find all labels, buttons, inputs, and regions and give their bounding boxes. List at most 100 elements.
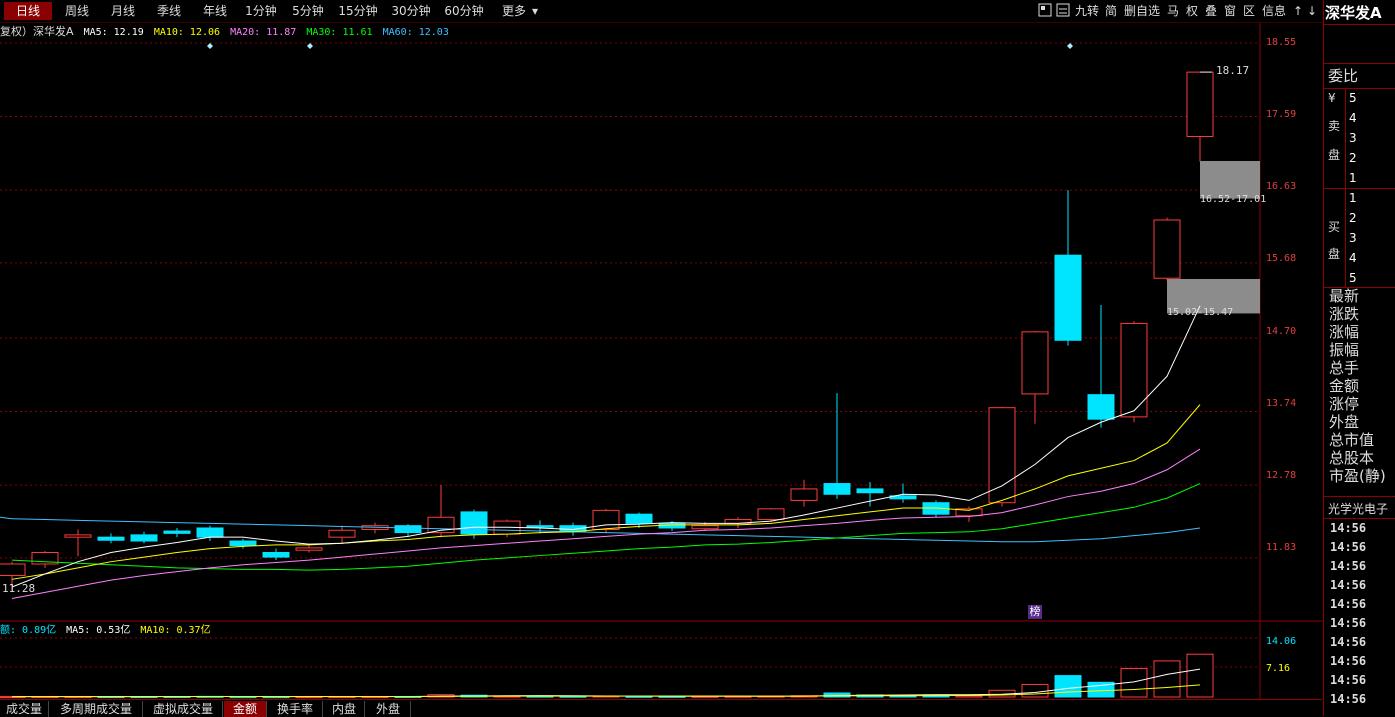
screen-icon[interactable] [1038,3,1052,19]
vol-ma10-label: MA10: 0.37亿 [140,625,211,636]
stock-title: 深华发A [1325,4,1382,22]
candle-body [460,511,488,535]
candle-body [988,407,1016,504]
sell-level: 2 [1349,151,1357,165]
buy-level: 4 [1349,251,1357,265]
horse-button[interactable]: 马 [1167,3,1179,19]
overlay-button[interactable]: 叠 [1205,3,1217,19]
candle-body [1087,394,1115,420]
vol-tick: 14.06 [1266,636,1297,647]
tab-1min[interactable]: 1分钟 [241,2,281,20]
nine-turn-button[interactable]: 九转 [1075,3,1099,19]
candle-body [757,508,785,521]
tick-time: 14:56 [1330,597,1367,611]
tab-more[interactable]: 更多 [498,2,530,20]
price-tick: 16.63 [1266,181,1297,192]
arrow-down-icon[interactable]: ↓ [1307,3,1317,19]
tab-15min[interactable]: 15分钟 [335,2,381,20]
ma30-label: MA30: 11.61 [306,27,373,38]
field-limit-up: 涨停 [1329,395,1360,413]
buy-level: 3 [1349,231,1357,245]
field-pe-static: 市盈(静) [1329,467,1386,485]
indicator-tabs: 成交量 多周期成交量 虚拟成交量 金额 换手率 内盘 外盘 [0,699,1322,717]
tab-daily[interactable]: 日线 [4,2,52,20]
candle-body [163,530,191,534]
ma20-label: MA20: 11.87 [230,27,297,38]
tick-time: 14:56 [1330,521,1367,535]
tab-30min[interactable]: 30分钟 [388,2,434,20]
field-volume: 总手 [1329,359,1360,377]
amount-label: 额: 0.89亿 [0,625,57,636]
price-tick: 13.74 [1266,398,1297,409]
candle-body [328,529,356,538]
sell-level: 5 [1349,91,1357,105]
rights-button[interactable]: 权 [1186,3,1198,19]
candle-body [1153,219,1181,279]
tick-time: 14:56 [1330,673,1367,687]
candle-body [64,534,92,538]
ma-legend: 复权）深华发A MA5: 12.19 MA10: 12.06 MA20: 11.… [0,25,449,39]
remove-watchlist-button[interactable]: 删自选 [1124,3,1160,19]
zone-lower-label: 15.02-15.47 [1167,307,1234,318]
tab-outer[interactable]: 外盘 [366,701,411,717]
tab-inner[interactable]: 内盘 [324,701,365,717]
tab-monthly[interactable]: 月线 [104,2,142,20]
window-button[interactable]: 窗 [1224,3,1236,19]
range-button[interactable]: 区 [1243,3,1255,19]
tab-quarterly[interactable]: 季线 [150,2,188,20]
tab-virtual-volume[interactable]: 虚拟成交量 [144,701,223,717]
simple-button[interactable]: 简 [1105,3,1117,19]
buy-level: 1 [1349,191,1357,205]
field-pct-change: 涨幅 [1329,323,1360,341]
price-tick: 14.70 [1266,326,1297,337]
candle-body [97,536,125,541]
price-tick: 12.78 [1266,470,1297,481]
kline-chart[interactable] [0,23,1322,699]
resistance-zone [1200,160,1260,199]
chevron-down-icon[interactable]: ▾ [530,2,540,20]
picture-icon[interactable] [1056,3,1070,19]
concept-label[interactable]: 光学光电子 [1328,500,1388,517]
candle-body [856,488,884,494]
weibi-label: 委比 [1328,67,1359,85]
vol-ma5-label: MA5: 0.53亿 [66,625,131,636]
ma10-label: MA10: 12.06 [153,27,221,38]
candle-body [823,483,851,495]
signal-marker [307,43,313,49]
tab-amount[interactable]: 金额 [224,701,267,717]
low-price-label: 11.28 [2,582,36,595]
rank-badge[interactable]: 榜 [1028,605,1042,619]
info-button[interactable]: 信息 [1262,3,1286,19]
ma60-line [0,516,13,520]
tab-5min[interactable]: 5分钟 [288,2,328,20]
candle-body [1120,322,1148,418]
tab-turnover[interactable]: 换手率 [268,701,323,717]
tab-volume[interactable]: 成交量 [0,701,49,717]
field-latest: 最新 [1329,287,1360,305]
tab-multi-period-volume[interactable]: 多周期成交量 [50,701,143,717]
candle-body [229,540,257,547]
candle-body [691,525,719,530]
candle-body [295,547,323,551]
zone-upper-label: 16.52-17.01 [1200,194,1267,205]
volume-bar [1153,660,1181,698]
signal-marker [1067,43,1073,49]
candle-body [262,551,290,558]
field-outer-volume: 外盘 [1329,413,1360,431]
tick-time: 14:56 [1330,578,1367,592]
price-tick: 15.68 [1266,253,1297,264]
candle-body [1054,254,1082,341]
sell-level: 3 [1349,131,1357,145]
field-market-cap: 总市值 [1329,431,1375,449]
tab-weekly[interactable]: 周线 [58,2,96,20]
volume-legend: 额: 0.89亿 MA5: 0.53亿 MA10: 0.37亿 [0,624,211,638]
arrow-up-icon[interactable]: ↑ [1293,3,1303,19]
period-toolbar: 日线 周线 月线 季线 年线 1分钟 5分钟 15分钟 30分钟 60分钟 更多… [0,0,1322,23]
candle-body [1021,331,1049,395]
high-price-label: 18.17 [1216,64,1250,77]
buy-level: 2 [1349,211,1357,225]
tab-60min[interactable]: 60分钟 [441,2,487,20]
candle-body [625,513,653,524]
candle-body [1186,71,1214,137]
tab-yearly[interactable]: 年线 [196,2,234,20]
